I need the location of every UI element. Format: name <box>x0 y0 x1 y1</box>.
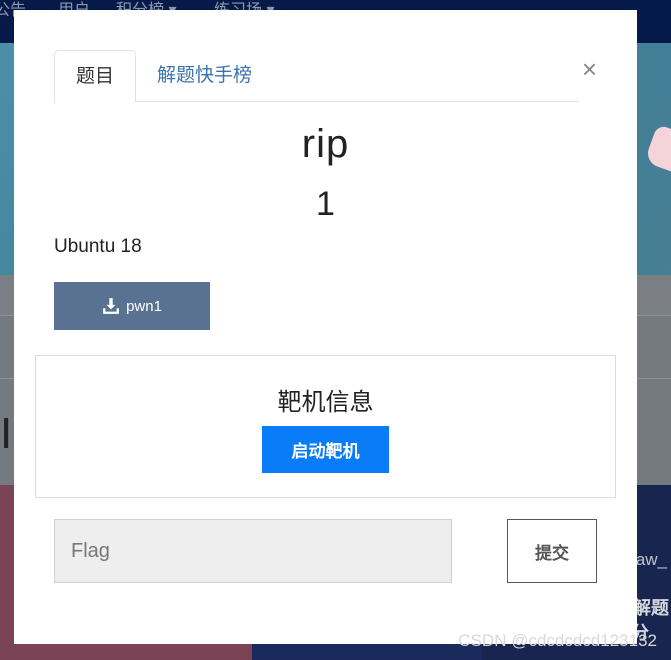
challenge-value: 1 <box>316 185 335 223</box>
tab-solves[interactable]: 解题快手榜 <box>157 50 252 102</box>
challenge-modal: × 题目 解题快手榜 rip 1 Ubuntu 18 pwn1 靶机信息 启动靶… <box>14 10 637 644</box>
download-file-label: pwn1 <box>126 297 162 315</box>
target-machine-title: 靶机信息 <box>277 389 374 416</box>
download-icon <box>103 298 119 314</box>
challenge-description: Ubuntu 18 <box>54 236 142 257</box>
target-machine-panel: 靶机信息 启动靶机 <box>35 355 616 498</box>
challenge-name: rip <box>301 122 350 166</box>
submit-button[interactable]: 提交 <box>507 519 597 583</box>
watermark: CSDN @cdcdcdcd123132 <box>458 631 657 650</box>
flag-input[interactable] <box>54 519 452 583</box>
start-target-button[interactable]: 启动靶机 <box>262 426 389 473</box>
modal-tabs: 题目 解题快手榜 <box>54 50 579 103</box>
close-button[interactable]: × <box>582 56 597 82</box>
background-heading-fragment: I <box>0 409 13 458</box>
tab-challenge[interactable]: 题目 <box>54 50 136 103</box>
download-file-button[interactable]: pwn1 <box>54 282 210 330</box>
